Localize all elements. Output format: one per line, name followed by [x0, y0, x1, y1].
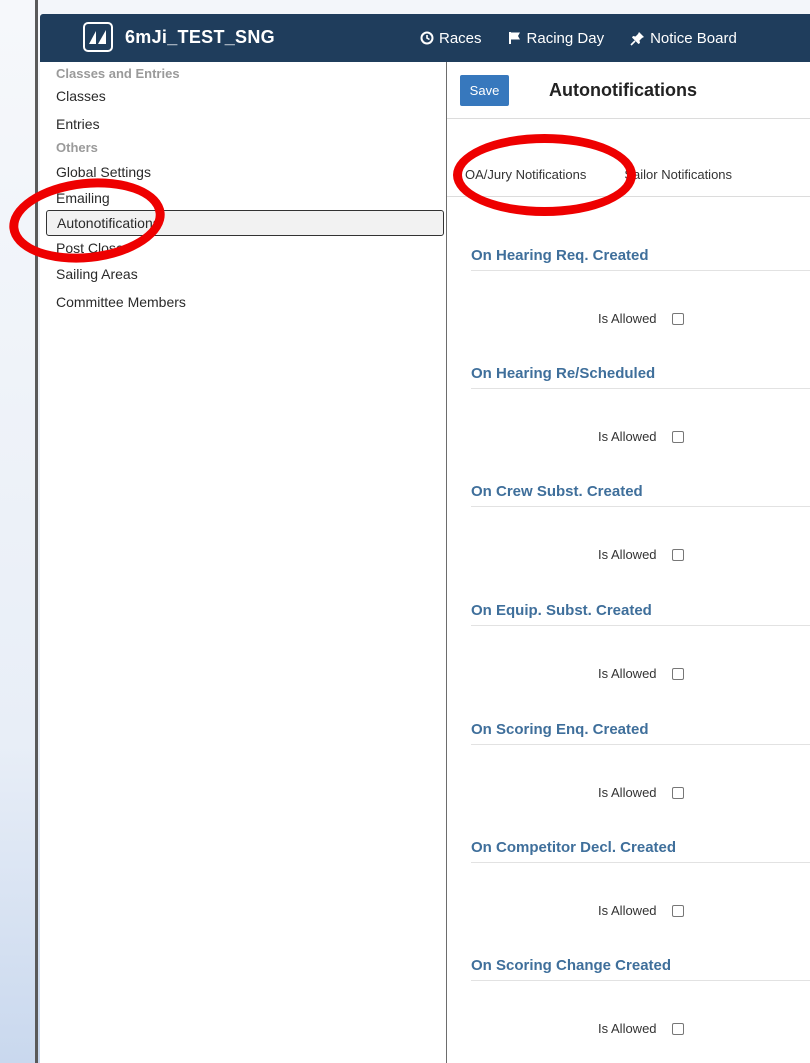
- sidebar-item-entries[interactable]: Entries: [40, 110, 446, 138]
- is-allowed-checkbox[interactable]: [671, 548, 684, 561]
- sidebar-item-global-settings[interactable]: Global Settings: [40, 158, 446, 186]
- nav-notice-board[interactable]: Notice Board: [630, 30, 737, 47]
- main-header: Save Autonotifications: [447, 62, 810, 119]
- is-allowed-label: Is Allowed: [598, 1021, 657, 1036]
- flag-icon: [508, 32, 520, 44]
- tab-oa-jury-notifications[interactable]: OA/Jury Notifications: [465, 167, 586, 182]
- section-on-hearing-req-created: On Hearing Req. Created Is Allowed: [471, 245, 810, 326]
- window-edge: [0, 0, 40, 1063]
- is-allowed-label: Is Allowed: [598, 666, 657, 681]
- is-allowed-checkbox[interactable]: [671, 430, 684, 443]
- is-allowed-label: Is Allowed: [598, 429, 657, 444]
- is-allowed-label: Is Allowed: [598, 903, 657, 918]
- section-on-scoring-change-created: On Scoring Change Created Is Allowed: [471, 955, 810, 1036]
- section-title: On Scoring Change Created: [471, 955, 810, 981]
- main-nav: Races Racing Day Notice Board: [420, 14, 763, 62]
- nav-racing-day-label: Racing Day: [526, 29, 605, 47]
- sidebar-group-classes-and-entries: Classes and Entries: [56, 66, 180, 81]
- section-title: On Crew Subst. Created: [471, 481, 810, 507]
- sidebar-item-classes[interactable]: Classes: [40, 82, 446, 110]
- top-navbar: 6mJi_TEST_SNG Races Racing Day Notice Bo…: [40, 14, 810, 62]
- window-divider: [35, 0, 38, 1063]
- sidebar-item-committee-members[interactable]: Committee Members: [40, 288, 446, 316]
- is-allowed-label: Is Allowed: [598, 311, 657, 326]
- section-on-crew-subst-created: On Crew Subst. Created Is Allowed: [471, 481, 810, 562]
- save-button[interactable]: Save: [460, 74, 509, 106]
- is-allowed-checkbox[interactable]: [671, 904, 684, 917]
- section-on-scoring-enq-created: On Scoring Enq. Created Is Allowed: [471, 719, 810, 800]
- sail-logo-icon: [83, 22, 113, 52]
- section-title: On Equip. Subst. Created: [471, 600, 810, 626]
- is-allowed-row: Is Allowed: [471, 785, 810, 800]
- nav-races[interactable]: Races: [420, 30, 482, 47]
- sidebar-item-emailing[interactable]: Emailing: [40, 186, 446, 210]
- is-allowed-label: Is Allowed: [598, 547, 657, 562]
- sidebar-group-others: Others: [56, 140, 98, 155]
- sidebar-item-autonotifications[interactable]: Autonotifications: [46, 210, 444, 236]
- is-allowed-checkbox[interactable]: [671, 1022, 684, 1035]
- is-allowed-checkbox[interactable]: [671, 312, 684, 325]
- section-on-equip-subst-created: On Equip. Subst. Created Is Allowed: [471, 600, 810, 681]
- sidebar-item-post-close[interactable]: Post Close: [40, 236, 446, 260]
- section-on-hearing-rescheduled: On Hearing Re/Scheduled Is Allowed: [471, 363, 810, 444]
- is-allowed-row: Is Allowed: [471, 666, 810, 681]
- nav-notice-board-label: Notice Board: [650, 29, 737, 47]
- is-allowed-checkbox[interactable]: [671, 667, 684, 680]
- page-title: Autonotifications: [549, 79, 697, 100]
- main-panel: Save Autonotifications OA/Jury Notificat…: [447, 62, 810, 1063]
- section-title: On Hearing Re/Scheduled: [471, 363, 810, 389]
- sidebar: Classes and Entries Classes Entries Othe…: [40, 62, 447, 1063]
- section-title: On Hearing Req. Created: [471, 245, 810, 271]
- clock-icon: [420, 31, 434, 45]
- is-allowed-checkbox[interactable]: [671, 786, 684, 799]
- is-allowed-row: Is Allowed: [471, 311, 810, 326]
- brand[interactable]: 6mJi_TEST_SNG: [83, 22, 275, 52]
- sidebar-item-sailing-areas[interactable]: Sailing Areas: [40, 260, 446, 288]
- is-allowed-row: Is Allowed: [471, 547, 810, 562]
- pin-icon: [630, 31, 645, 46]
- section-title: On Competitor Decl. Created: [471, 837, 810, 863]
- section-title: On Scoring Enq. Created: [471, 719, 810, 745]
- is-allowed-row: Is Allowed: [471, 903, 810, 918]
- notification-tabs: OA/Jury Notifications Sailor Notificatio…: [447, 164, 810, 197]
- section-on-competitor-decl-created: On Competitor Decl. Created Is Allowed: [471, 837, 810, 918]
- app-title: 6mJi_TEST_SNG: [125, 26, 275, 47]
- is-allowed-row: Is Allowed: [471, 1021, 810, 1036]
- tab-sailor-notifications[interactable]: Sailor Notifications: [624, 167, 732, 182]
- nav-races-label: Races: [439, 29, 482, 47]
- nav-racing-day[interactable]: Racing Day: [508, 29, 605, 47]
- is-allowed-label: Is Allowed: [598, 785, 657, 800]
- app-window: 6mJi_TEST_SNG Races Racing Day Notice Bo…: [40, 14, 810, 1063]
- is-allowed-row: Is Allowed: [471, 429, 810, 444]
